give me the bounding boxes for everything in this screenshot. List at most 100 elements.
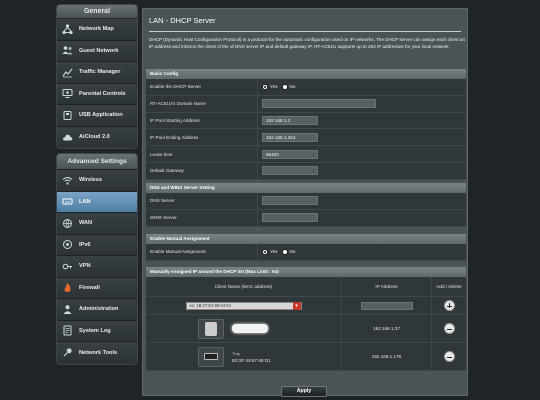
general-menu-title: General: [57, 5, 137, 19]
domain-name-row: RT-AC51U's Domain Name: [146, 95, 466, 113]
radio-label: No: [289, 249, 296, 255]
domain-name-input[interactable]: [262, 99, 376, 109]
apply-button[interactable]: Apply: [281, 386, 327, 397]
sidebar-item-label: WAN: [79, 220, 93, 227]
manual-assignment-row: Enable Manual Assignment Yes No: [146, 244, 466, 261]
sidebar-item-label: Traffic Manager: [79, 69, 121, 76]
ip-pool-start-row: IP Pool Starting Address 192.168.1.2: [146, 112, 466, 130]
title-divider: [149, 31, 461, 32]
parental-controls-icon: [61, 88, 73, 100]
main-panel: LAN - DHCP Server DHCP (Dynamic Host Con…: [142, 8, 468, 397]
sidebar-item-label: Administration: [79, 306, 119, 313]
manual-yes-radio[interactable]: Yes: [262, 248, 278, 255]
firewall-icon: [61, 282, 73, 294]
field-label: WINS Server: [146, 209, 258, 226]
sidebar-item-label: Parental Controls: [79, 90, 126, 97]
sidebar-item-guest-network[interactable]: Guest Network: [57, 40, 137, 62]
dhcp-no-radio[interactable]: No: [281, 83, 295, 90]
sidebar-item-vpn[interactable]: VPN: [57, 256, 137, 278]
sidebar-item-label: AiCloud 2.0: [79, 134, 110, 141]
lease-time-row: Lease time 86400: [146, 146, 466, 163]
field-label: IP Pool Ending Address: [146, 129, 258, 146]
network-map-icon: [61, 23, 73, 35]
table-header: Client Name (MAC address) IP Address Add…: [146, 277, 466, 297]
lease-time-input[interactable]: 86400: [262, 149, 318, 159]
add-entry-row: ex: 1B:27:E4:96:54:94 ▾: [146, 297, 466, 315]
sidebar-item-label: LAN: [79, 198, 91, 205]
ip-cell: 192.168.1.37: [342, 315, 432, 342]
radio-dot: [262, 248, 268, 255]
dhcp-yes-radio[interactable]: Yes: [262, 83, 278, 90]
sidebar-item-aicloud[interactable]: AiCloud 2.0: [57, 126, 137, 148]
sidebar-item-parental-controls[interactable]: Parental Controls: [57, 83, 137, 105]
sidebar-item-firewall[interactable]: Firewall: [57, 277, 137, 299]
ip-pool-start-input[interactable]: 192.168.1.2: [262, 115, 318, 125]
section-title: Basic Config: [146, 69, 466, 79]
radio-dot: [281, 248, 288, 255]
ipv6-icon: [61, 239, 73, 251]
field-label: Default Gateway: [146, 162, 258, 179]
field-label: IP Pool Starting Address: [146, 112, 258, 129]
router-admin-page: General Network Map Guest Network Traffi…: [0, 0, 540, 400]
sidebar-item-label: USB Application: [79, 112, 123, 119]
section-title: DNS and WINS Server Setting: [146, 183, 466, 193]
usb-application-icon: [61, 109, 73, 121]
column-header-client: Client Name (MAC address): [146, 277, 342, 296]
ip-pool-end-row: IP Pool Ending Address 192.168.1.254: [146, 129, 466, 147]
advanced-menu: Advanced Settings Wireless LAN WAN IPv6 …: [56, 153, 138, 365]
sidebar-item-label: VPN: [79, 263, 91, 270]
wan-icon: [61, 217, 73, 229]
dns-server-row: DNS Server: [146, 193, 466, 210]
chevron-down-icon[interactable]: ▾: [292, 301, 301, 310]
select-value: ex: 1B:27:E4:96:54:94: [189, 303, 231, 308]
aicloud-icon: [61, 131, 73, 143]
sidebar-item-administration[interactable]: Administration: [57, 299, 137, 321]
sidebar-item-wireless[interactable]: Wireless: [57, 170, 137, 192]
column-header-ip: IP Address: [342, 277, 432, 296]
general-menu: General Network Map Guest Network Traffi…: [56, 4, 138, 149]
sidebar-item-ipv6[interactable]: IPv6: [57, 234, 137, 256]
manual-list-section: Manually Assigned IP around the DHCP lis…: [146, 267, 466, 371]
sidebar-item-traffic-manager[interactable]: Traffic Manager: [57, 62, 137, 84]
page-title: LAN - DHCP Server: [149, 16, 216, 25]
wins-server-input[interactable]: [262, 213, 318, 223]
lan-icon: [61, 196, 73, 208]
traffic-manager-icon: [61, 66, 73, 78]
network-tools-icon: [61, 347, 73, 359]
delete-entry-button[interactable]: [443, 323, 455, 334]
sidebar-item-label: Firewall: [79, 284, 100, 291]
column-header-action: Add / Delete: [436, 284, 462, 289]
sidebar-item-lan[interactable]: LAN: [57, 191, 137, 213]
field-label: Lease time: [146, 146, 258, 162]
default-gateway-row: Default Gateway: [146, 162, 466, 180]
dns-wins-section: DNS and WINS Server Setting DNS Server W…: [146, 183, 466, 227]
sidebar-item-network-tools[interactable]: Network Tools: [57, 342, 137, 364]
manual-no-radio[interactable]: No: [281, 248, 296, 255]
field-label: DNS Server: [146, 193, 258, 209]
sidebar-item-wan[interactable]: WAN: [57, 213, 137, 235]
add-entry-button[interactable]: [443, 300, 455, 311]
ip-pool-end-input[interactable]: 192.168.1.254: [262, 132, 318, 142]
default-gateway-input[interactable]: [262, 166, 318, 176]
dns-server-input[interactable]: [262, 196, 318, 206]
delete-entry-button[interactable]: [443, 351, 455, 362]
router-device-icon: [198, 346, 224, 367]
manual-assignment-section: Enable Manual Assignment Enable Manual A…: [146, 234, 466, 261]
radio-label: Yes: [270, 249, 278, 255]
client-mac-select[interactable]: ex: 1B:27:E4:96:54:94 ▾: [185, 301, 302, 310]
vpn-icon: [61, 260, 73, 272]
radio-dot: [262, 83, 268, 90]
client-info: Tray E0:3F:49:57:48:D1: [232, 350, 271, 364]
sidebar-item-label: Wireless: [79, 177, 102, 184]
wireless-icon: [61, 174, 73, 186]
section-title: Enable Manual Assignment: [146, 234, 466, 244]
sidebar-item-label: System Log: [79, 327, 111, 334]
sidebar-item-network-map[interactable]: Network Map: [57, 19, 137, 41]
sidebar-item-system-log[interactable]: System Log: [57, 320, 137, 342]
new-ip-input[interactable]: [360, 301, 413, 310]
phone-device-icon: [198, 318, 224, 339]
wins-server-row: WINS Server: [146, 209, 466, 227]
advanced-menu-title: Advanced Settings: [57, 154, 137, 170]
sidebar-item-usb-application[interactable]: USB Application: [57, 105, 137, 127]
sidebar-item-label: Network Tools: [79, 349, 118, 356]
